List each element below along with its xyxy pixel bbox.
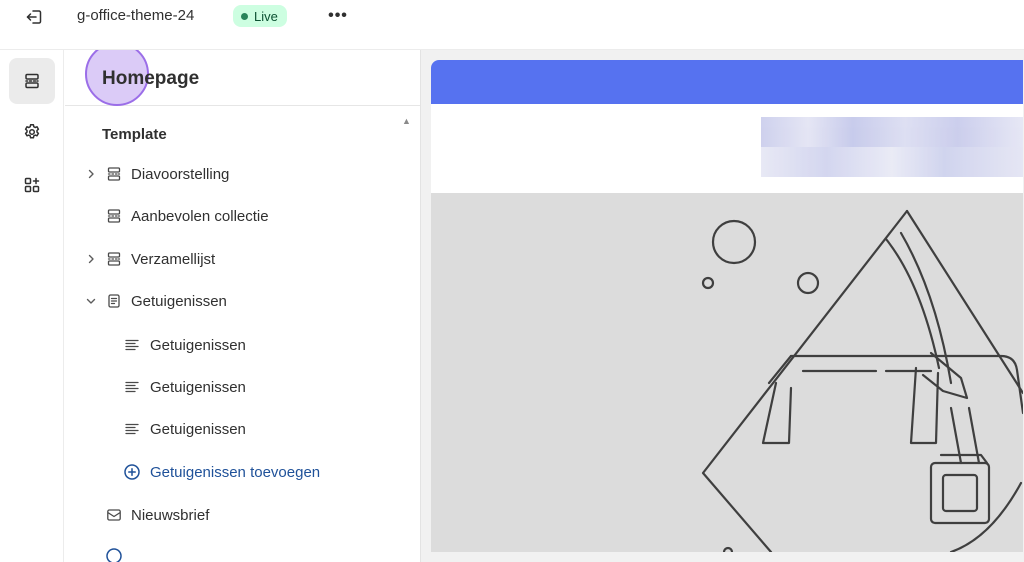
status-label: Live [254, 8, 278, 24]
status-badge: Live [233, 5, 287, 27]
add-circle-icon [123, 463, 141, 481]
editor-rail [0, 50, 64, 562]
exit-icon [26, 10, 42, 24]
section-item-verzamellijst[interactable]: Verzamellijst [65, 244, 405, 274]
panel-header: Homepage [65, 50, 420, 106]
document-icon [105, 292, 123, 310]
block-item-getuigenissen[interactable]: Getuigenissen [65, 414, 405, 444]
chevron-down-icon[interactable] [85, 295, 97, 307]
blurred-store-logo [761, 117, 1023, 177]
text-block-icon [123, 420, 141, 438]
rail-apps-button[interactable] [9, 162, 55, 208]
theme-preview [421, 50, 1024, 562]
apps-icon [24, 177, 40, 193]
section-item-nieuwsbrief[interactable]: Nieuwsbrief [65, 500, 405, 530]
add-block-button[interactable]: Getuigenissen toevoegen [65, 457, 405, 487]
block-item-getuigenissen[interactable]: Getuigenissen [65, 372, 405, 402]
section-item-label: Aanbevolen collectie [131, 207, 269, 225]
section-item-label: Verzamellijst [131, 250, 216, 268]
scroll-up-icon[interactable]: ▲ [402, 116, 411, 126]
rail-sections-button[interactable] [9, 58, 55, 104]
section-icon [105, 207, 123, 225]
section-item-label: Diavoorstelling [131, 165, 230, 183]
text-block-icon [123, 378, 141, 396]
add-block-label: Getuigenissen toevoegen [150, 463, 321, 481]
sections-panel: Homepage ▲ Template Diavoorstelling Aanb… [65, 50, 421, 562]
chevron-right-icon[interactable] [85, 168, 97, 180]
more-actions-button[interactable]: ••• [326, 5, 350, 27]
live-dot [241, 12, 248, 20]
section-item-label: Nieuwsbrief [131, 506, 210, 524]
slideshow-hero[interactable] [431, 193, 1023, 552]
more-icon: ••• [328, 7, 348, 24]
section-icon [105, 165, 123, 183]
block-item-label: Getuigenissen [150, 420, 246, 438]
section-item-getuigenissen[interactable]: Getuigenissen [65, 286, 405, 316]
email-icon [105, 506, 123, 524]
store-header[interactable] [431, 104, 1023, 193]
template-group-label: Template [102, 126, 167, 143]
block-item-label: Getuigenissen [150, 378, 246, 396]
theme-name: g-office-theme-24 [77, 7, 195, 24]
partial-section-icon [105, 547, 123, 562]
section-item-label: Getuigenissen [131, 292, 227, 310]
section-icon [105, 250, 123, 268]
exit-editor-button[interactable] [20, 5, 48, 29]
announcement-bar[interactable] [431, 60, 1023, 104]
rail-settings-button[interactable] [9, 109, 55, 155]
text-block-icon [123, 336, 141, 354]
gear-icon [24, 124, 40, 139]
chevron-right-icon[interactable] [85, 253, 97, 265]
page-title[interactable]: Homepage [102, 68, 199, 90]
section-item-diavoorstelling[interactable]: Diavoorstelling [65, 159, 405, 189]
block-item-label: Getuigenissen [150, 336, 246, 354]
sections-icon [25, 73, 39, 89]
top-bar: g-office-theme-24 Live ••• [0, 0, 1024, 50]
preview-frame[interactable] [431, 60, 1023, 552]
block-item-getuigenissen[interactable]: Getuigenissen [65, 330, 405, 360]
section-item-aanbevolen-collectie[interactable]: Aanbevolen collectie [65, 201, 405, 231]
handbag-placeholder-illustration [701, 209, 1023, 552]
